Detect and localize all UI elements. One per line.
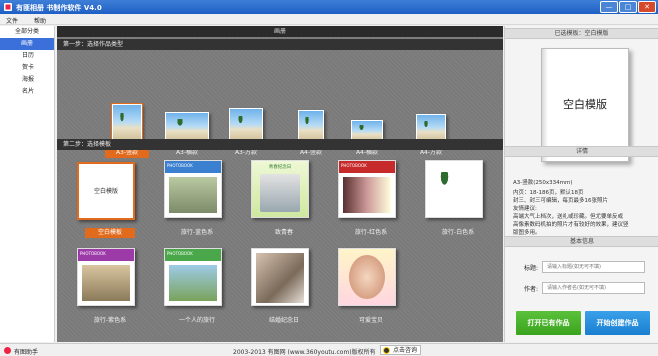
template-cover-text: PHOTOBOOK (165, 249, 221, 261)
step2-label: 第二步：选择模板 (57, 139, 503, 150)
template-cover-text: 空白模版 (93, 188, 118, 195)
template-cover: 空白模版 (77, 162, 135, 220)
template-blank[interactable]: 空白模版 空白模板 (77, 162, 143, 240)
template-cover (251, 248, 309, 306)
details-line: 高像素数码机拍的照片才有较好的效果，建议竖 (513, 222, 629, 228)
category-item-card[interactable]: 贺卡 (0, 62, 54, 74)
author-label: 作者: (524, 286, 539, 293)
template-cute-baby[interactable]: 可爱宝贝 (338, 248, 404, 328)
template-travel-white[interactable]: 旅行-白色系 (425, 160, 491, 240)
category-header[interactable]: 全部分类 (0, 26, 54, 38)
template-cover-text: PHOTOBOOK (165, 161, 221, 173)
category-sidebar: 全部分类 画册 日历 贺卡 海报 名片 (0, 26, 55, 342)
template-label: 旅行-蓝色系 (180, 229, 214, 236)
template-cover-text: PHOTOBOOK (339, 161, 395, 173)
details-header: 详情 (505, 146, 658, 157)
template-preview: 空白模版 (541, 48, 629, 162)
template-label: 致青春 (274, 229, 293, 236)
window-title: 有匪相册 书制作软件 V4.0 (16, 4, 102, 12)
open-existing-button[interactable]: 打开已有作品 (516, 311, 581, 335)
template-label: 可爱宝贝 (358, 317, 383, 324)
menu-file[interactable]: 文件 (6, 16, 18, 25)
template-label: 旅行-红色系 (354, 229, 388, 236)
template-details: A3-竖款(250x334mm) 内页：18-186页，默认18页 封三、封三可… (513, 179, 653, 237)
details-line: 内页：18-186页，默认18页 (513, 190, 584, 196)
template-cover-text: PHOTOBOOK (78, 249, 134, 261)
create-work-button[interactable]: 开始创建作品 (585, 311, 650, 335)
title-row: 标题: (505, 261, 658, 273)
selected-template-header: 已选模板：空白模版 (505, 28, 658, 39)
assistant-name[interactable]: 有图助手 (14, 347, 38, 356)
details-line: 封三、封三可编辑，每页最多16张照片 (513, 198, 608, 204)
right-panel: 已选模板：空白模版 空白模版 详情 A3-竖款(250x334mm) 内页：18… (504, 26, 658, 342)
qq-consult-button[interactable]: 点击咨询 (380, 345, 422, 355)
template-cover: 青春纪念日 (251, 160, 309, 218)
title-bar: 有匪相册 书制作软件 V4.0 — □ ✕ (0, 0, 658, 14)
template-cover: PHOTOBOOK (164, 160, 222, 218)
template-label: 结婚纪念日 (268, 317, 299, 324)
author-input[interactable] (542, 282, 645, 294)
template-travel-purple[interactable]: PHOTOBOOK 旅行-紫色系 (77, 248, 143, 328)
template-travel-red[interactable]: PHOTOBOOK 旅行-红色系 (338, 160, 404, 240)
assistant-logo-icon (4, 347, 11, 354)
title-input[interactable] (542, 261, 645, 273)
qq-icon (383, 347, 390, 354)
template-cover (338, 248, 396, 306)
template-label: 旅行-白色系 (441, 229, 475, 236)
template-cover: PHOTOBOOK (338, 160, 396, 218)
details-line: A3-竖款(250x334mm) (513, 180, 573, 186)
category-item-poster[interactable]: 海报 (0, 74, 54, 86)
category-item-album[interactable]: 画册 (0, 38, 54, 50)
template-youth[interactable]: 青春纪念日 致青春 (251, 160, 317, 240)
menu-bar: 文件 帮助 (0, 14, 658, 25)
template-wedding[interactable]: 结婚纪念日 (251, 248, 317, 328)
template-travel-blue[interactable]: PHOTOBOOK 旅行-蓝色系 (164, 160, 230, 240)
template-label: 旅行-紫色系 (93, 317, 127, 324)
details-line: 高端大气上档次，送礼或珍藏。但尤要单反或 (513, 214, 624, 220)
preview-text: 空白模版 (563, 98, 607, 111)
title-label: 标题: (524, 265, 539, 272)
maximize-button[interactable]: □ (619, 1, 637, 13)
template-label: 空白模板 (85, 228, 135, 238)
close-button[interactable]: ✕ (638, 1, 656, 13)
size-cover-thumb (111, 103, 143, 145)
template-cover-text: 青春纪念日 (268, 165, 292, 170)
step1-label: 第一步：选择作品类型 (57, 39, 503, 50)
template-label: 一个人的旅行 (178, 317, 215, 324)
details-line: 友情建议: (513, 206, 537, 212)
minimize-button[interactable]: — (600, 1, 618, 13)
qq-label: 点击咨询 (393, 347, 418, 354)
menu-help[interactable]: 帮助 (34, 16, 46, 25)
category-item-calendar[interactable]: 日历 (0, 50, 54, 62)
template-cover: PHOTOBOOK (77, 248, 135, 306)
author-row: 作者: (505, 282, 658, 294)
app-icon (4, 3, 12, 11)
status-bar: 有图助手 2003-2013 有图网 (www.360youtu.com)版权所… (0, 343, 658, 356)
template-cover: PHOTOBOOK (164, 248, 222, 306)
category-item-namecard[interactable]: 名片 (0, 86, 54, 98)
center-panel: 画册 第一步：选择作品类型 A3-竖款 A3-横款 A3-方款 A4-竖款 A4… (57, 26, 503, 342)
template-solo-travel[interactable]: PHOTOBOOK 一个人的旅行 (164, 248, 230, 328)
copyright-text: 2003-2013 有图网 (www.360youtu.com)版权所有 (233, 349, 376, 356)
template-cover (425, 160, 483, 218)
center-header: 画册 (57, 26, 503, 37)
basic-info-header: 基本信息 (505, 236, 658, 247)
